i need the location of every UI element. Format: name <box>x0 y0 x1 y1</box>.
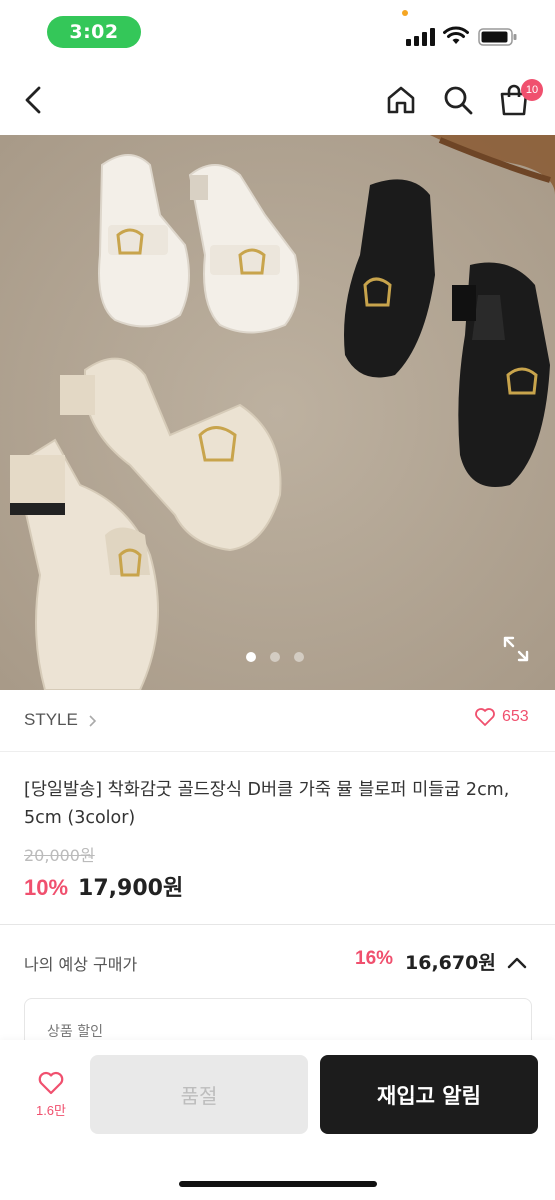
discount-rate: 10% <box>24 875 69 900</box>
product-title: [당일발송] 착화감굿 골드장식 D버클 가죽 뮬 블로퍼 미들굽 2cm, 5… <box>24 780 510 828</box>
brand-like-button[interactable]: 653 <box>474 707 529 727</box>
product-discount-label: 상품 할인 <box>47 1024 103 1040</box>
cart-count-badge: 10 <box>521 79 543 101</box>
original-price: 20,000원 <box>24 846 95 865</box>
product-image[interactable] <box>0 135 555 690</box>
back-icon[interactable] <box>14 80 54 120</box>
chevron-right-icon <box>89 715 97 727</box>
status-bar: 3:02 <box>0 0 555 70</box>
expected-price-label: 나의 예상 구매가 <box>24 955 138 974</box>
expected-discount-rate: 16% <box>355 948 394 969</box>
carousel-dot[interactable] <box>270 652 280 662</box>
brand-like-count: 653 <box>502 708 529 725</box>
heart-outline-icon <box>475 708 495 726</box>
brand-name-link[interactable]: STYLE <box>24 710 78 730</box>
search-icon[interactable] <box>438 80 478 120</box>
wishlist-count: 1.6만 <box>35 1103 67 1118</box>
wishlist-button[interactable]: 1.6만 <box>22 1070 80 1130</box>
expand-icon[interactable] <box>503 636 529 662</box>
expected-price-toggle[interactable]: 나의 예상 구매가 16% 16,670원 <box>0 940 555 984</box>
carousel-dot[interactable] <box>294 652 304 662</box>
expected-price-value: 16,670원 <box>405 952 496 974</box>
price-row: 10% 17,900원 <box>24 870 183 902</box>
soldout-button[interactable]: 품절 <box>90 1055 308 1134</box>
brand-row: STYLE 653 <box>0 690 555 752</box>
section-divider <box>0 924 555 925</box>
top-navigation <box>0 70 555 134</box>
home-indicator <box>179 1181 377 1187</box>
shoe-photo <box>0 135 555 690</box>
status-time: 3:02 <box>47 16 141 48</box>
sale-price: 17,900원 <box>78 876 184 901</box>
privacy-indicator-dot <box>402 10 408 16</box>
chevron-up-icon[interactable] <box>505 951 529 975</box>
cellular-signal-icon <box>406 28 435 46</box>
home-icon[interactable] <box>381 80 421 120</box>
carousel-indicator <box>246 652 304 662</box>
heart-outline-icon <box>38 1071 64 1095</box>
battery-icon <box>478 28 517 46</box>
carousel-dot-active[interactable] <box>246 652 256 662</box>
wifi-icon <box>443 26 469 44</box>
bottom-action-bar: 1.6만 품절 재입고 알림 <box>0 1040 555 1200</box>
restock-alert-button[interactable]: 재입고 알림 <box>320 1055 538 1134</box>
